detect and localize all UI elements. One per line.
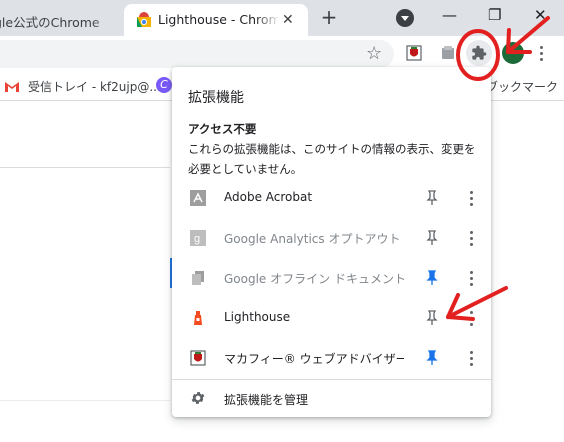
extension-row-google-analytics[interactable]: g Google Analytics オプトアウト アド... xyxy=(172,218,491,258)
google-analytics-optout-icon: g xyxy=(190,230,206,246)
canva-icon[interactable]: C xyxy=(156,77,172,93)
section-heading: アクセス不要 xyxy=(188,122,257,136)
pin-icon[interactable] xyxy=(425,230,439,246)
pin-icon[interactable] xyxy=(425,270,439,286)
extension-icon[interactable] xyxy=(440,45,456,61)
pin-icon[interactable] xyxy=(425,310,439,326)
close-window-button[interactable]: ✕ xyxy=(534,6,547,24)
gmail-icon xyxy=(5,81,19,92)
more-vert-icon[interactable] xyxy=(470,351,474,369)
avatar[interactable] xyxy=(502,42,524,64)
pin-icon[interactable] xyxy=(425,350,439,366)
lighthouse-icon xyxy=(194,311,202,325)
extensions-menu: 拡張機能 アクセス不要 これらの拡張機能は、このサイトの情報の表示、変更を必要と… xyxy=(172,67,491,417)
extension-row-mcafee[interactable]: マカフィー® ウェブアドバイザー xyxy=(172,338,491,378)
extension-name: Google Analytics オプトアウト アド... xyxy=(224,232,404,246)
extension-name: Google オフライン ドキュメント xyxy=(224,272,404,286)
minimize-button[interactable]: — xyxy=(442,6,457,24)
extensions-button[interactable] xyxy=(466,40,492,66)
more-vert-icon[interactable] xyxy=(470,271,474,289)
address-bar[interactable] xyxy=(0,40,394,68)
bookmark-gmail[interactable]: 受信トレイ - kf2ujp@... xyxy=(4,78,161,95)
close-tab-icon[interactable]: ✕ xyxy=(282,12,294,28)
star-icon[interactable]: ☆ xyxy=(366,43,382,64)
adobe-acrobat-icon xyxy=(190,190,206,206)
extension-name: Adobe Acrobat xyxy=(224,190,313,204)
bookmark-label: 受信トレイ - kf2ujp@... xyxy=(28,80,161,94)
puzzle-icon xyxy=(472,45,487,60)
extension-row-adobe-acrobat[interactable]: Adobe Acrobat xyxy=(172,178,491,218)
pin-icon[interactable] xyxy=(425,190,439,206)
chrome-menu-icon[interactable] xyxy=(540,46,544,64)
chrome-web-store-icon xyxy=(137,12,151,27)
tab-google-chrome[interactable]: gle公式のChrome xyxy=(0,4,120,36)
more-vert-icon[interactable] xyxy=(470,311,474,329)
tab-strip: gle公式のChrome Lighthouse - Chrome ✕ + — ❐… xyxy=(0,0,564,36)
popup-title: 拡張機能 xyxy=(188,90,244,106)
more-vert-icon[interactable] xyxy=(470,231,474,249)
manage-extensions-label: 拡張機能を管理 xyxy=(224,393,309,407)
page-divider xyxy=(0,400,170,401)
mcafee-extension-icon[interactable] xyxy=(406,45,422,61)
manage-extensions-button[interactable]: 拡張機能を管理 xyxy=(172,380,491,417)
svg-text:g: g xyxy=(194,233,200,245)
gear-icon xyxy=(191,392,205,404)
more-vert-icon[interactable] xyxy=(470,191,474,209)
google-docs-offline-icon xyxy=(192,271,204,285)
section-description: これらの拡張機能は、このサイトの情報の表示、変更を必要としていません。 xyxy=(188,142,476,176)
tab-search-icon[interactable] xyxy=(396,9,414,27)
extension-row-lighthouse[interactable]: Lighthouse xyxy=(172,298,491,338)
extension-row-google-offline-docs[interactable]: Google オフライン ドキュメント xyxy=(172,258,491,298)
extension-name: Lighthouse xyxy=(224,310,291,324)
bookmark-label[interactable]: ブックマーク xyxy=(486,78,558,95)
tab-title: gle公式のChrome xyxy=(0,15,100,30)
new-tab-button[interactable]: + xyxy=(318,6,340,28)
restore-button[interactable]: ❐ xyxy=(488,6,501,24)
extension-name: マカフィー® ウェブアドバイザー xyxy=(224,352,404,366)
mcafee-icon xyxy=(190,350,206,366)
page-divider xyxy=(0,167,170,168)
tab-lighthouse[interactable]: Lighthouse - Chrome ✕ xyxy=(124,4,308,36)
